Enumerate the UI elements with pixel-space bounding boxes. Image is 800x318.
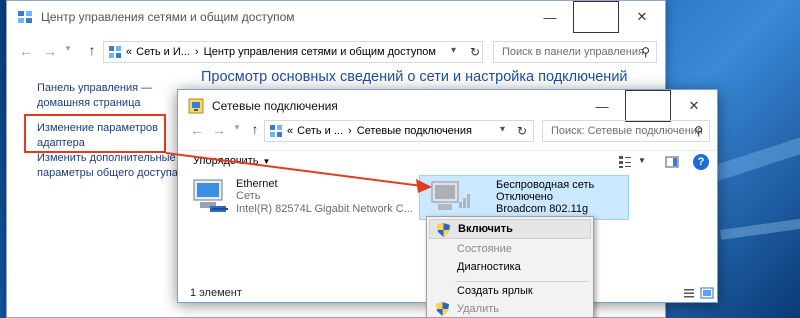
refresh-icon[interactable]: ↻: [467, 45, 483, 61]
menu-item-enable[interactable]: Включить: [429, 219, 591, 239]
menu-item-delete[interactable]: Удалить: [429, 299, 591, 318]
search-icon: ⚲: [641, 45, 650, 59]
back-arrow-icon[interactable]: ←: [186, 122, 208, 138]
control-panel-icon: [270, 125, 282, 137]
connection-item-wireless[interactable]: Беспроводная сеть Отключено Broadcom 802…: [419, 175, 629, 227]
title-bar: Центр управления сетями и общим доступом…: [7, 1, 665, 33]
desktop-beam: [720, 202, 800, 240]
status-bar-count: 1 элемент: [190, 287, 242, 299]
uac-shield-icon: [437, 223, 450, 237]
search-input[interactable]: Поиск в панели управления ⚲: [493, 41, 657, 63]
breadcrumb-network[interactable]: Сеть и И...: [136, 46, 190, 58]
preview-pane-icon[interactable]: [665, 155, 679, 169]
breadcrumb-separator: ›: [348, 125, 352, 137]
close-button[interactable]: ✕: [619, 1, 665, 33]
search-input[interactable]: Поиск: Сетевые подключения ⚲: [542, 120, 710, 142]
view-options-icon[interactable]: [618, 155, 632, 169]
network-connections-icon: [188, 98, 204, 114]
sidebar-link-sharing-settings[interactable]: Изменить дополнительные параметры общего…: [37, 151, 178, 181]
highlight-annotation: [24, 114, 166, 153]
connection-adapter: Intel(R) 82574L Gigabit Network C...: [236, 203, 413, 215]
sidebar-link-text: Изменить дополнительные: [37, 152, 176, 164]
menu-item-label: Диагностика: [457, 261, 521, 273]
menu-item-status[interactable]: Состояние: [429, 239, 591, 259]
organize-button[interactable]: Упорядочить ▼: [193, 155, 270, 167]
help-button[interactable]: ?: [693, 154, 709, 170]
control-panel-icon: [18, 11, 32, 23]
minimize-button[interactable]: —: [527, 1, 573, 33]
up-arrow-icon[interactable]: ↑: [244, 121, 266, 137]
context-menu: Включить Состояние Диагностика Создать я…: [426, 216, 594, 318]
large-icons-view-icon[interactable]: [700, 287, 714, 299]
wireless-adapter-icon: [431, 181, 470, 210]
refresh-icon[interactable]: ↻: [514, 124, 530, 140]
menu-item-diagnose[interactable]: Диагностика: [429, 257, 591, 277]
address-prefix: «: [287, 125, 294, 137]
breadcrumb-network-center[interactable]: Центр управления сетями и общим доступом: [204, 46, 436, 58]
search-placeholder: Поиск в панели управления: [502, 46, 644, 58]
back-arrow-icon[interactable]: ←: [15, 43, 37, 59]
menu-item-label: Состояние: [457, 243, 512, 255]
menu-item-label: Включить: [458, 223, 513, 235]
address-bar[interactable]: « Сеть и И... › Центр управления сетями …: [103, 41, 483, 63]
maximize-icon: [573, 1, 619, 33]
recent-chevron-icon[interactable]: ▾: [57, 43, 79, 54]
address-dropdown-icon[interactable]: ▾: [500, 124, 505, 135]
chevron-down-icon: ▼: [262, 157, 271, 166]
ethernet-adapter-icon: [193, 179, 228, 212]
menu-item-label: Удалить: [457, 303, 499, 315]
breadcrumb-separator: ›: [194, 46, 199, 58]
menu-item-create-shortcut[interactable]: Создать ярлык: [429, 281, 591, 301]
sidebar-link-home[interactable]: Панель управления — домашняя страница: [37, 81, 152, 111]
search-placeholder: Поиск: Сетевые подключения: [551, 125, 703, 137]
search-icon: ⚲: [694, 124, 703, 138]
breadcrumb-network-connections[interactable]: Сетевые подключения: [357, 125, 472, 137]
sidebar-link-text: домашняя страница: [37, 97, 141, 109]
maximize-button[interactable]: [573, 1, 619, 33]
address-prefix: «: [126, 46, 133, 58]
connection-name: Ethernet: [236, 178, 278, 190]
address-bar[interactable]: « Сеть и ... › Сетевые подключения: [264, 120, 534, 142]
connection-name: Беспроводная сеть: [496, 179, 595, 191]
command-bar: Упорядочить ▼ ▼ ?: [178, 150, 717, 174]
connection-status: Отключено: [496, 191, 553, 203]
sidebar-link-text: параметры общего доступа: [37, 167, 178, 179]
up-arrow-icon[interactable]: ↑: [81, 42, 103, 58]
details-view-icon[interactable]: [683, 287, 695, 299]
address-dropdown-icon[interactable]: ▾: [451, 45, 456, 56]
navigation-bar: ← → ▾ ↑ « Сеть и И... › Центр управления…: [7, 37, 665, 65]
view-dropdown-icon[interactable]: ▼: [638, 156, 646, 165]
navigation-bar: ← → ▾ ↑ « Сеть и ... › Сетевые подключен…: [178, 116, 717, 144]
sidebar-link-text: Панель управления —: [37, 82, 153, 94]
connection-status: Сеть: [236, 190, 261, 202]
connection-item-ethernet[interactable]: Ethernet Сеть Intel(R) 82574L Gigabit Ne…: [190, 178, 413, 218]
control-panel-icon: [109, 46, 121, 58]
window-title: Сетевые подключения: [212, 99, 338, 113]
organize-label: Упорядочить: [193, 155, 259, 167]
page-heading: Просмотр основных сведений о сети и наст…: [201, 69, 628, 85]
uac-shield-icon: [436, 302, 449, 316]
menu-item-label: Создать ярлык: [457, 285, 533, 297]
breadcrumb-network[interactable]: Сеть и ...: [297, 125, 343, 137]
window-title: Центр управления сетями и общим доступом: [41, 10, 295, 24]
